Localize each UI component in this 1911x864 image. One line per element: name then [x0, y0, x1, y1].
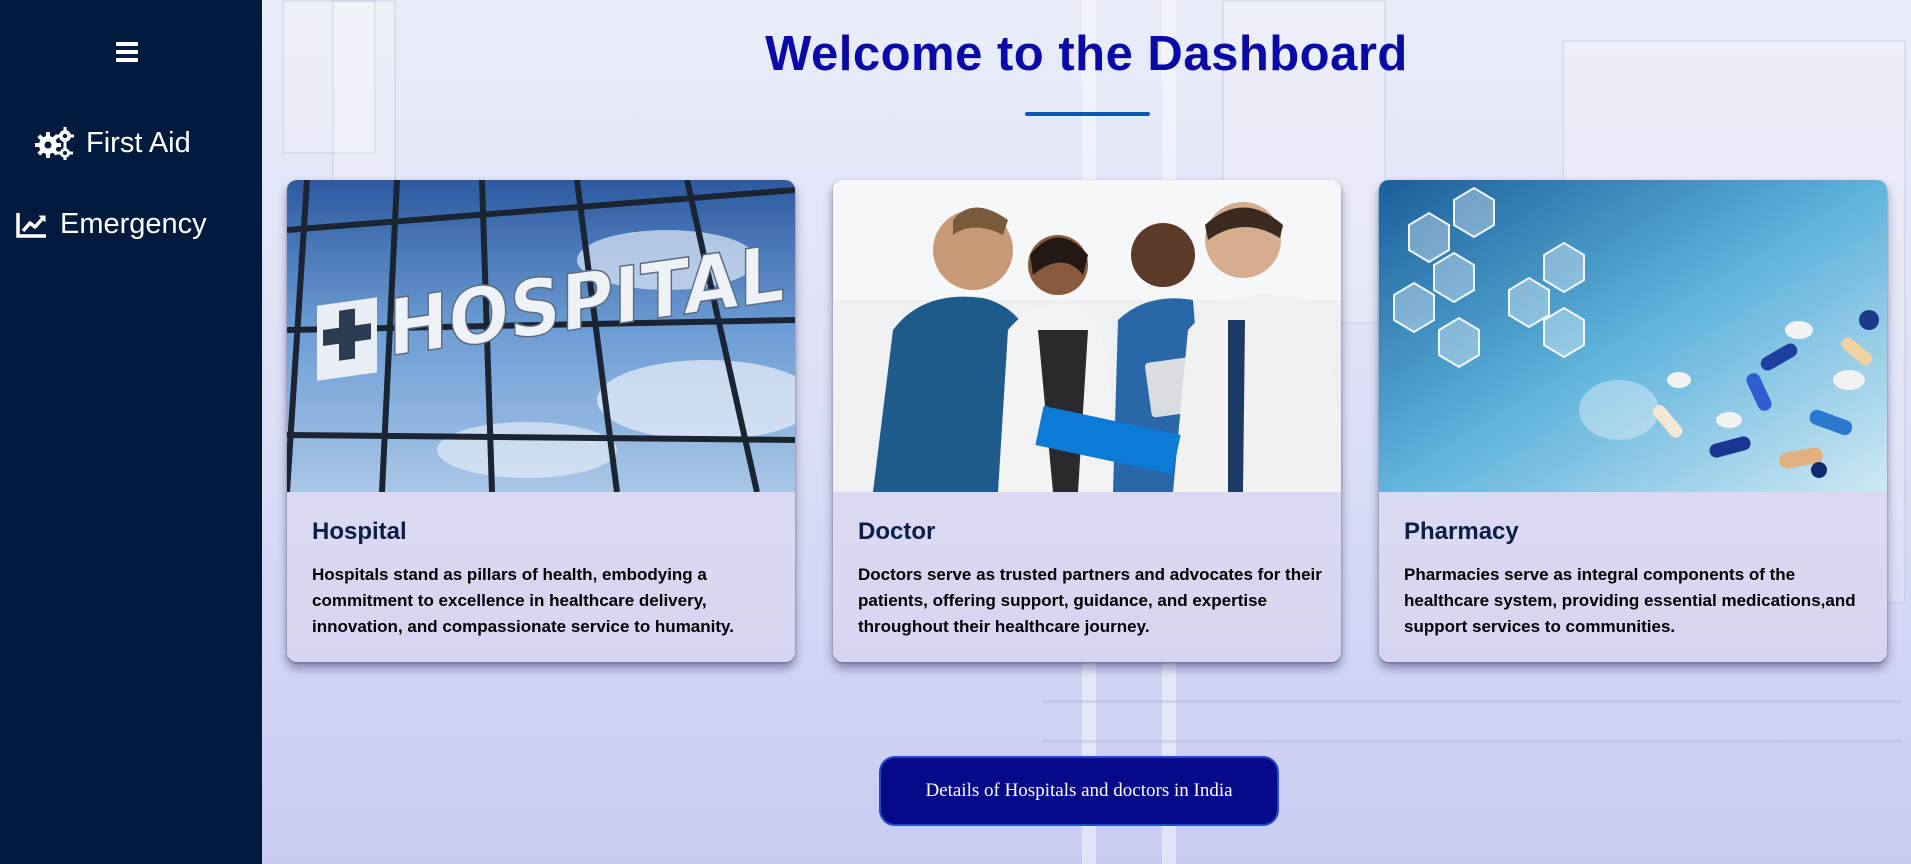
title-underline — [1025, 112, 1150, 116]
sidebar: First Aid Emergency — [0, 0, 262, 864]
sidebar-item-first-aid[interactable]: First Aid — [34, 126, 191, 160]
sidebar-item-label: Emergency — [60, 208, 207, 240]
gears-icon — [34, 126, 74, 160]
doctors-image — [833, 180, 1341, 492]
card-description: Hospitals stand as pillars of health, em… — [312, 565, 734, 636]
card-hospital[interactable]: HOSPITAL Hospital Hospitals stand as pil… — [287, 180, 795, 662]
card-pharmacy[interactable]: Pharmacy Pharmacies serve as integral co… — [1379, 180, 1887, 662]
card-title: Hospital — [312, 518, 407, 545]
hamburger-icon[interactable] — [116, 42, 138, 62]
sidebar-item-label: First Aid — [86, 126, 191, 159]
pharmacy-image — [1379, 180, 1887, 492]
details-hospitals-doctors-button[interactable]: Details of Hospitals and doctors in Indi… — [879, 756, 1279, 826]
hospital-image: HOSPITAL — [287, 180, 795, 492]
sidebar-item-emergency[interactable]: Emergency — [16, 208, 207, 241]
card-title: Pharmacy — [1404, 518, 1519, 545]
page-title: Welcome to the Dashboard — [765, 27, 1408, 81]
card-description: Pharmacies serve as integral components … — [1404, 565, 1856, 636]
card-title: Doctor — [858, 518, 936, 545]
line-chart-icon — [16, 211, 48, 239]
card-description: Doctors serve as trusted partners and ad… — [858, 565, 1322, 636]
card-doctor[interactable]: Doctor Doctors serve as trusted partners… — [833, 180, 1341, 662]
